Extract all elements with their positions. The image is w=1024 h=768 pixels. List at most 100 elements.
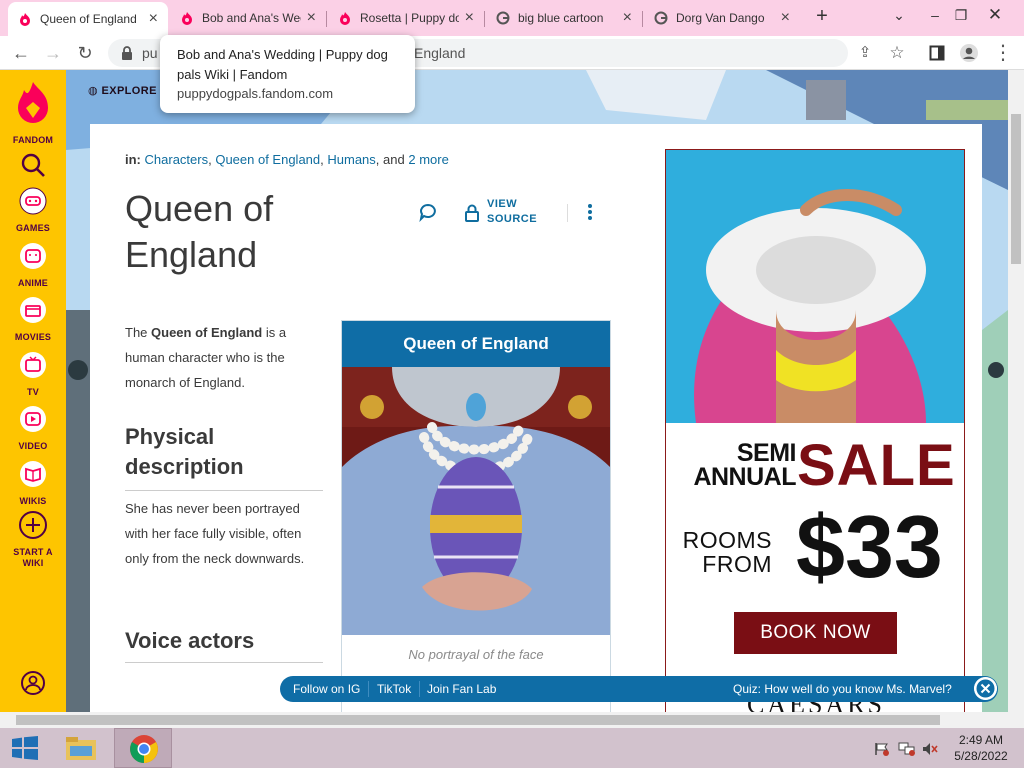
address-text-tail: England: [414, 45, 466, 61]
rail-item-start-a-wiki[interactable]: START A WIKI: [0, 510, 66, 569]
join-fan-lab-link[interactable]: Join Fan Lab: [427, 682, 496, 696]
rail-item-anime[interactable]: ANIME: [0, 241, 66, 289]
window-close-button[interactable]: ✕: [980, 4, 1010, 28]
ad-price: $33: [796, 497, 943, 596]
scrollbar-thumb[interactable]: [1011, 114, 1021, 264]
video-play-icon: [20, 406, 46, 432]
rail-item-tv[interactable]: TV: [0, 350, 66, 398]
intro-text: The: [125, 325, 152, 340]
fandom-logo[interactable]: FANDOM: [0, 80, 66, 146]
file-explorer-icon[interactable]: [64, 734, 98, 762]
tooltip-domain: puppydogpals.fandom.com: [177, 86, 334, 101]
page-viewport: FANDOM GAMES ANIME MOVIES TV VIDEO WIKIS: [0, 70, 1008, 712]
fanbar-separator: [419, 681, 420, 697]
tab-title: big blue cartoon: [518, 11, 604, 25]
heading-rule: [125, 662, 323, 663]
volume-muted-icon[interactable]: [922, 742, 938, 756]
scrollbar-thumb[interactable]: [16, 715, 940, 725]
close-icon[interactable]: ×: [623, 10, 632, 26]
rail-item-games[interactable]: GAMES: [0, 186, 66, 234]
tab-dorg-van-dango[interactable]: Dorg Van Dango ×: [644, 4, 800, 32]
gamepad-icon: [19, 187, 47, 215]
explore-menu[interactable]: ◍ EXPLORE: [88, 84, 157, 97]
new-tab-button[interactable]: +: [812, 6, 832, 28]
ad-rooms-word: ROOMS: [682, 527, 772, 553]
anime-face-icon: [20, 243, 46, 269]
browser-menu-icon[interactable]: ⋮: [992, 42, 1014, 64]
horizontal-scrollbar[interactable]: [0, 712, 1024, 728]
follow-on-ig-link[interactable]: Follow on IG: [293, 682, 360, 696]
category-link-queen-of-england[interactable]: Queen of England: [215, 152, 320, 167]
talk-bubble-icon[interactable]: [418, 202, 438, 222]
rail-label: ANIME: [18, 278, 48, 288]
category-link-humans[interactable]: Humans: [327, 152, 375, 167]
quiz-link[interactable]: Quiz: How well do you know Ms. Marvel?: [733, 682, 952, 696]
tab-title: Rosetta | Puppy dog pals: [360, 11, 459, 25]
ad-rooms-from: ROOMS FROM: [678, 528, 772, 576]
tab-bob-and-anas-wedding[interactable]: Bob and Ana's Wedding ×: [170, 4, 326, 32]
share-icon[interactable]: ⇪: [854, 42, 876, 64]
categories-and: and: [383, 152, 405, 167]
tab-strip: Queen of England × Bob and Ana's Wedding…: [0, 0, 1024, 36]
google-icon: [654, 11, 668, 25]
reload-icon[interactable]: ↻: [74, 42, 96, 64]
tiktok-link[interactable]: TikTok: [377, 682, 411, 696]
windows-taskbar: 2:49 AM 5/28/2022: [0, 728, 1024, 768]
fandom-icon: [340, 12, 350, 25]
ad-sale: SALE: [797, 433, 956, 498]
forward-arrow-icon[interactable]: →: [42, 42, 64, 64]
action-center-flag-icon[interactable]: [874, 742, 890, 756]
view-source-button[interactable]: VIEW SOURCE: [487, 197, 547, 227]
category-more-link[interactable]: 2 more: [408, 152, 448, 167]
rail-user[interactable]: [0, 670, 66, 701]
rail-item-video[interactable]: VIDEO: [0, 404, 66, 452]
chrome-taskbar-button[interactable]: [114, 728, 172, 768]
advertisement[interactable]: SEMIANNUAL SALE ROOMSFROM $33 BOOK NOW C…: [665, 149, 965, 712]
browser-toolbar: ← → ↻ pu England ⇪ ☆ ⋮: [0, 36, 1024, 70]
close-fanbar-icon[interactable]: [974, 677, 997, 700]
back-arrow-icon[interactable]: ←: [10, 42, 32, 64]
tab-separator: [484, 11, 485, 27]
tab-queen-of-england[interactable]: Queen of England ×: [8, 2, 168, 36]
tab-search-chevron-icon[interactable]: ⌄: [884, 4, 914, 28]
category-link-characters[interactable]: Characters: [145, 152, 209, 167]
clock-date: 5/28/2022: [954, 749, 1008, 763]
system-clock[interactable]: 2:49 AM 5/28/2022: [944, 732, 1018, 764]
physical-description-text: She has never been portrayed with her fa…: [125, 501, 305, 566]
ad-photo: [666, 150, 964, 423]
infobox: Queen of England No portrayal of the fac…: [341, 320, 611, 712]
close-icon[interactable]: ×: [307, 10, 316, 26]
close-icon[interactable]: ×: [781, 10, 790, 26]
tab-big-blue-cartoon[interactable]: big blue cartoon ×: [486, 4, 642, 32]
tab-title: Dorg Van Dango: [676, 11, 765, 25]
more-options-icon[interactable]: [584, 202, 596, 222]
vertical-scrollbar[interactable]: [1008, 70, 1024, 712]
bookmark-star-icon[interactable]: ☆: [886, 42, 908, 64]
fandom-icon: [20, 13, 30, 26]
tab-title: Queen of England: [40, 12, 137, 26]
heading-voice-actors: Voice actors: [125, 628, 255, 653]
close-icon[interactable]: ×: [149, 11, 158, 27]
rail-brand-label: FANDOM: [12, 135, 54, 145]
ad-semi-annual: SEMI ANNUAL: [688, 441, 796, 490]
fan-feed-bar: Follow on IG TikTok Join Fan Lab Quiz: H…: [280, 676, 998, 702]
rail-item-movies[interactable]: MOVIES: [0, 295, 66, 343]
profile-avatar-icon[interactable]: [958, 42, 980, 64]
infobox-image[interactable]: [342, 367, 610, 635]
infobox-title: Queen of England: [342, 321, 610, 367]
tooltip-title: Bob and Ana's Wedding | Puppy dog pals W…: [177, 47, 388, 82]
fandom-global-nav: FANDOM GAMES ANIME MOVIES TV VIDEO WIKIS: [0, 70, 66, 712]
restore-button[interactable]: ❐: [946, 4, 976, 28]
ad-from-word: FROM: [702, 551, 772, 577]
ad-book-now-button[interactable]: BOOK NOW: [734, 612, 897, 654]
rail-search[interactable]: [0, 150, 66, 185]
rail-label: WIKIS: [19, 496, 47, 506]
windows-start-icon[interactable]: [12, 736, 38, 760]
close-icon[interactable]: ×: [465, 10, 474, 26]
side-panel-icon[interactable]: [926, 42, 948, 64]
clapperboard-icon: [20, 297, 46, 323]
rail-item-wikis[interactable]: WIKIS: [0, 459, 66, 507]
categories-prefix: in:: [125, 152, 141, 167]
network-icon[interactable]: [898, 742, 916, 756]
tab-rosetta[interactable]: Rosetta | Puppy dog pals ×: [328, 4, 484, 32]
